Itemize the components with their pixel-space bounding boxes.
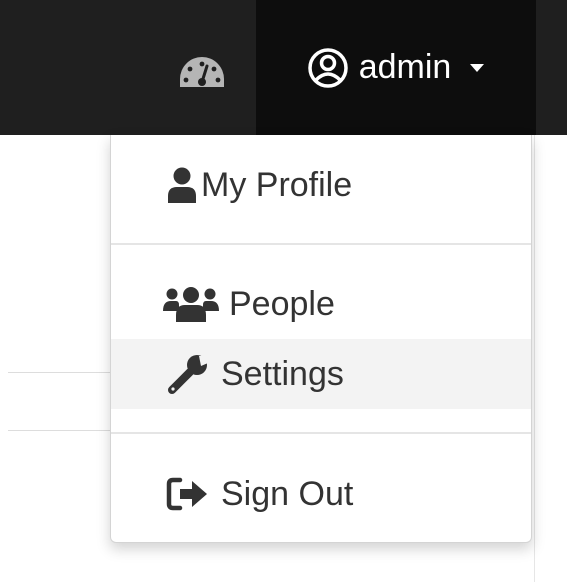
menu-item-label: People [229, 284, 335, 323]
user-dropdown-menu: My Profile People Settings Sign Out [110, 135, 532, 543]
dashboard-icon [180, 57, 224, 87]
background-divider [8, 430, 118, 431]
user-circle-icon [307, 47, 348, 88]
menu-item-settings[interactable]: Settings [111, 339, 531, 409]
menu-item-label: Sign Out [221, 474, 354, 513]
user-icon [163, 166, 201, 204]
top-navbar: admin [0, 0, 567, 135]
dashboard-link[interactable] [148, 12, 256, 132]
sign-out-icon [163, 477, 213, 511]
menu-divider [111, 243, 531, 245]
user-menu-toggle[interactable]: admin [256, 0, 536, 135]
menu-item-label: Settings [221, 354, 344, 393]
menu-item-sign-out[interactable]: Sign Out [111, 459, 531, 529]
menu-divider [111, 432, 531, 434]
menu-item-my-profile[interactable]: My Profile [111, 150, 531, 220]
caret-down-icon [470, 63, 485, 72]
menu-item-label: My Profile [201, 165, 353, 204]
user-name: admin [358, 48, 452, 86]
background-column-border [534, 135, 535, 582]
users-icon [161, 285, 221, 323]
menu-item-people[interactable]: People [111, 269, 531, 339]
background-divider [8, 372, 118, 373]
wrench-icon [163, 352, 213, 396]
